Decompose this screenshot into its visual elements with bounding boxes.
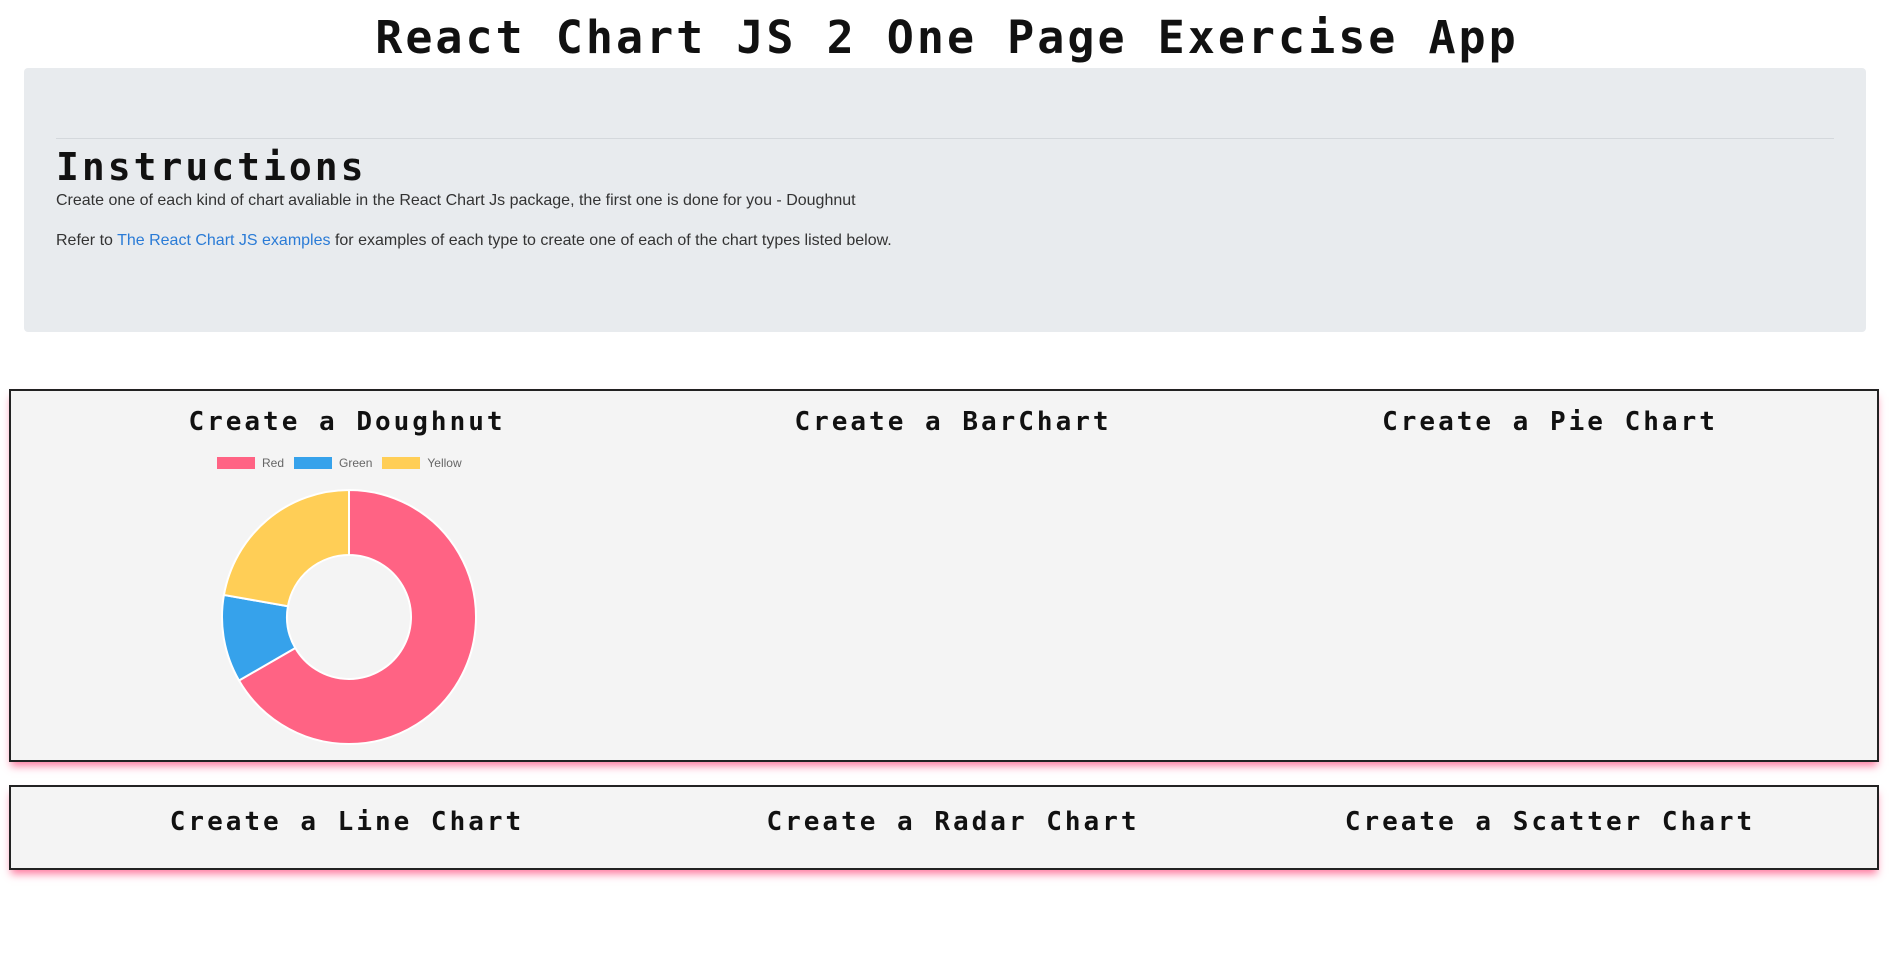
legend-label-green: Green [339,456,373,470]
instructions-line-2-suffix: for examples of each type to create one … [330,232,892,249]
legend-item-red[interactable]: Red [217,456,284,470]
legend-label-red: Red [262,456,285,470]
barchart-title: Create a BarChart [794,407,1112,437]
instructions-line-1: Create one of each kind of chart avaliab… [56,192,856,209]
instructions-panel: Instructions Create one of each kind of … [24,68,1866,332]
charts-row-2: Create a Line Chart Create a Radar Chart… [9,785,1879,870]
legend-label-yellow: Yellow [427,456,462,470]
app-title: React Chart JS 2 One Page Exercise App [375,11,1519,64]
react-chartjs-examples-link[interactable]: The React Chart JS examples [117,232,330,249]
divider [56,138,1834,139]
scatter-chart-title: Create a Scatter Chart [1344,807,1756,837]
charts-row-1: Create a Doughnut Create a BarChart Crea… [9,389,1879,762]
doughnut-chart [221,488,477,745]
doughnut-legend: Red Green Yellow [217,456,462,470]
legend-swatch-yellow [382,457,421,469]
doughnut-title: Create a Doughnut [188,407,506,437]
radar-chart-title: Create a Radar Chart [766,807,1140,837]
instructions-line-2: Refer to The React Chart JS examples for… [56,230,892,252]
legend-item-green[interactable]: Green [294,456,372,470]
legend-swatch-green [294,457,333,469]
pie-chart-title: Create a Pie Chart [1382,407,1718,437]
instructions-heading: Instructions [56,145,367,189]
line-chart-title: Create a Line Chart [169,807,525,837]
legend-swatch-red [217,457,255,469]
instructions-line-2-prefix: Refer to [56,232,118,249]
legend-item-yellow[interactable]: Yellow [382,456,462,470]
doughnut-slice-yellow[interactable] [222,488,350,608]
